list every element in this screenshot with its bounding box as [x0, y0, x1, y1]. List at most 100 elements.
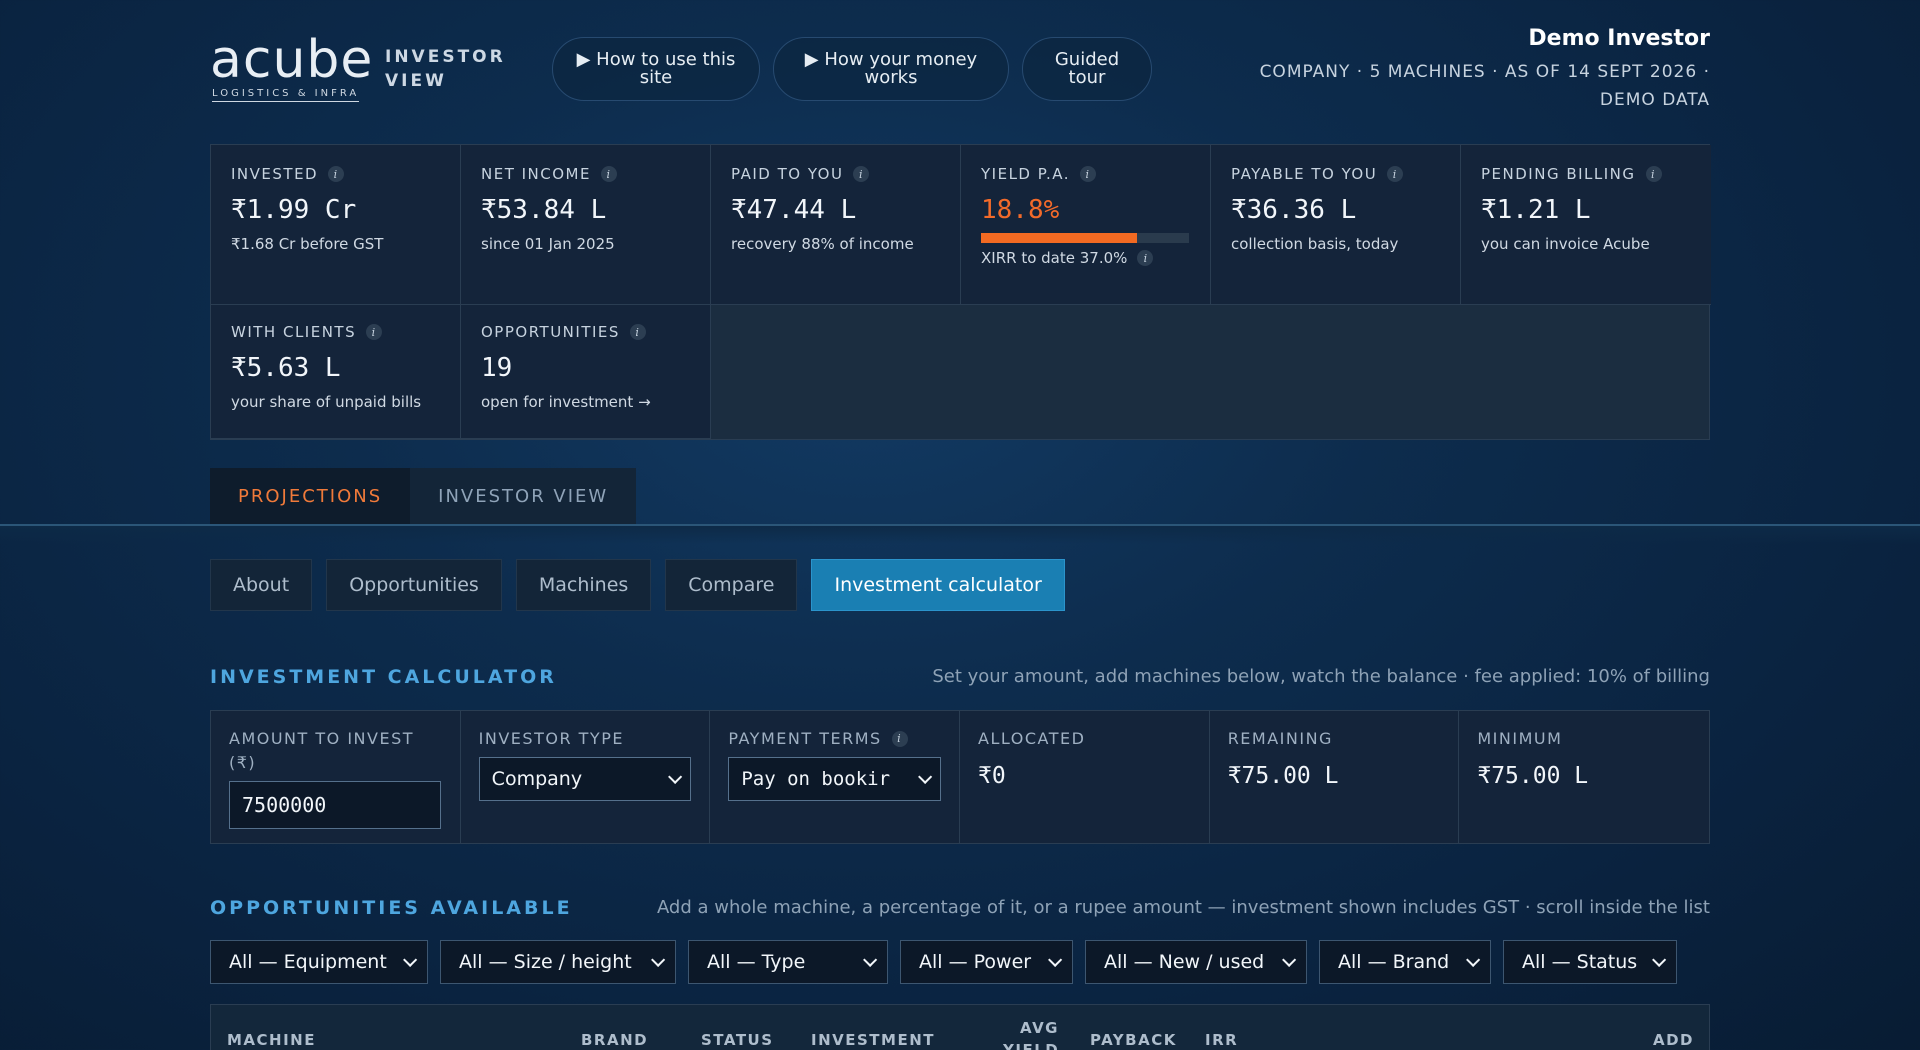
stat-sub: recovery 88% of income [731, 235, 914, 253]
col-add[interactable]: ADD [1653, 1029, 1694, 1050]
acube-logo[interactable]: acube LOGISTICS & INFRA [210, 34, 372, 104]
subtab-compare[interactable]: Compare [665, 559, 798, 611]
minimum-label: MINIMUM [1477, 729, 1563, 748]
tab-shadow-band [0, 526, 1920, 544]
stat-label: PENDING BILLING [1481, 165, 1636, 183]
stat-value: ₹47.44 L [731, 195, 857, 225]
filter-condition[interactable]: All — New / used [1085, 940, 1307, 984]
payment-terms-select[interactable]: Pay on bookir [728, 757, 942, 801]
payment-terms-cell: PAYMENT TERMS i Pay on bookir [710, 711, 961, 843]
filter-type[interactable]: All — Type [688, 940, 888, 984]
calculator-note: Set your amount, add machines below, wat… [932, 666, 1710, 687]
amount-cell: AMOUNT TO INVEST (₹) 7500000 [211, 711, 461, 843]
how-money-works-button[interactable]: ▶ How your money works [773, 37, 1009, 101]
view-label: INVESTOR VIEW [385, 47, 506, 91]
col-avg-yield[interactable]: AVG YIELD [1003, 1017, 1059, 1050]
subtab-investment-calculator[interactable]: Investment calculator [811, 559, 1065, 611]
info-icon[interactable]: i [328, 166, 345, 182]
stat-value: ₹5.63 L [231, 353, 341, 383]
info-icon[interactable]: i [366, 324, 383, 340]
stat-label: PAID TO YOU [731, 165, 844, 183]
stat-value: 18.8% [981, 195, 1060, 225]
stat-pending-billing: PENDING BILLING i ₹1.21 L you can invoice… [1461, 145, 1711, 305]
stat-value: ₹36.36 L [1231, 195, 1357, 225]
stat-value: 19 [481, 353, 513, 383]
opportunities-title: OPPORTUNITIES AVAILABLE [210, 897, 573, 919]
chevron-down-icon [1466, 952, 1481, 967]
stat-value: ₹1.99 Cr [231, 195, 357, 225]
investor-type-value: Company [491, 768, 583, 790]
logo-tagline: LOGISTICS & INFRA [212, 88, 360, 102]
yield-progress-bar [981, 233, 1189, 243]
guided-tour-button[interactable]: Guided tour [1022, 37, 1152, 101]
stat-payable: PAYABLE TO YOU i ₹36.36 L collection basi… [1211, 145, 1461, 305]
col-brand[interactable]: BRAND [581, 1029, 648, 1050]
filter-type-value: All — Type [707, 951, 806, 973]
remaining-value: ₹75.00 L [1227, 763, 1339, 789]
info-icon[interactable]: i [853, 166, 870, 182]
stat-sub: ₹1.68 Cr before GST [231, 235, 384, 253]
investor-name: Demo Investor [1528, 26, 1710, 51]
tab-projections[interactable]: PROJECTIONS [210, 468, 411, 524]
stat-net-income: NET INCOME i ₹53.84 L since 01 Jan 2025 [461, 145, 711, 305]
stat-sub: XIRR to date 37.0% [981, 249, 1128, 267]
amount-input[interactable]: 7500000 [229, 781, 441, 829]
info-icon[interactable]: i [1079, 166, 1096, 182]
minimum-cell: MINIMUM ₹75.00 L [1459, 711, 1710, 843]
col-irr[interactable]: IRR [1205, 1029, 1238, 1050]
filter-power-value: All — Power [919, 951, 1032, 973]
calculator-title: INVESTMENT CALCULATOR [210, 666, 557, 688]
remaining-label: REMAINING [1227, 729, 1333, 748]
info-icon[interactable]: i [1387, 166, 1404, 182]
stat-opportunities[interactable]: OPPORTUNITIES i 19 open for investment → [461, 305, 711, 439]
filter-equipment[interactable]: All — Equipment [210, 940, 428, 984]
stat-sub[interactable]: open for investment → [481, 393, 690, 411]
chevron-down-icon [1048, 952, 1063, 967]
chevron-down-icon [918, 769, 933, 784]
col-payback[interactable]: PAYBACK [1090, 1029, 1177, 1050]
stats-grid: INVESTED i ₹1.99 Cr ₹1.68 Cr before GST N… [210, 144, 1711, 440]
info-icon[interactable]: i [1645, 166, 1662, 182]
filter-condition-value: All — New / used [1104, 951, 1265, 973]
stat-label: OPPORTUNITIES [481, 323, 620, 341]
subtab-opportunities[interactable]: Opportunities [326, 559, 502, 611]
stat-sub: collection basis, today [1231, 235, 1399, 253]
filter-equipment-value: All — Equipment [229, 951, 387, 973]
info-icon[interactable]: i [600, 166, 617, 182]
opportunities-note: Add a whole machine, a percentage of it,… [656, 897, 1710, 918]
filter-brand-value: All — Brand [1338, 951, 1450, 973]
filter-size[interactable]: All — Size / height [440, 940, 676, 984]
info-icon[interactable]: i [1137, 250, 1154, 266]
col-status[interactable]: STATUS [701, 1029, 774, 1050]
stat-sub: you can invoice Acube [1481, 235, 1650, 253]
stat-sub: since 01 Jan 2025 [481, 235, 615, 253]
minimum-value: ₹75.00 L [1477, 763, 1589, 789]
stat-sub: your share of unpaid bills [231, 393, 422, 411]
filter-brand[interactable]: All — Brand [1319, 940, 1491, 984]
yield-progress-fill [981, 233, 1137, 243]
subtab-about[interactable]: About [210, 559, 313, 611]
allocated-value: ₹0 [978, 763, 1006, 789]
stat-paid-to-you: PAID TO YOU i ₹47.44 L recovery 88% of in… [711, 145, 961, 305]
investor-type-select[interactable]: Company [478, 757, 692, 801]
opportunities-table-header: MACHINE BRAND STATUS INVESTMENT AVG YIEL… [210, 1004, 1710, 1050]
investor-type-label: INVESTOR TYPE [478, 729, 624, 748]
logo-wordmark: acube [210, 30, 374, 90]
subtab-machines[interactable]: Machines [515, 559, 652, 611]
col-investment[interactable]: INVESTMENT [811, 1029, 935, 1050]
tab-investor-view[interactable]: INVESTOR VIEW [410, 468, 637, 524]
allocated-label: ALLOCATED [978, 729, 1086, 748]
stat-label: INVESTED [231, 165, 319, 183]
info-icon[interactable]: i [891, 731, 908, 747]
col-machine[interactable]: MACHINE [227, 1029, 316, 1050]
sub-tabs: About Opportunities Machines Compare Inv… [210, 559, 1065, 611]
main-tabs: PROJECTIONS INVESTOR VIEW [210, 468, 637, 524]
info-icon[interactable]: i [629, 324, 646, 340]
how-to-use-site-button[interactable]: ▶ How to use this site [552, 37, 760, 101]
filter-status[interactable]: All — Status [1503, 940, 1677, 984]
amount-label: AMOUNT TO INVEST (₹) [229, 729, 415, 772]
filter-power[interactable]: All — Power [900, 940, 1073, 984]
chevron-down-icon [651, 952, 666, 967]
chevron-down-icon [403, 952, 418, 967]
stat-label: PAYABLE TO YOU [1231, 165, 1378, 183]
